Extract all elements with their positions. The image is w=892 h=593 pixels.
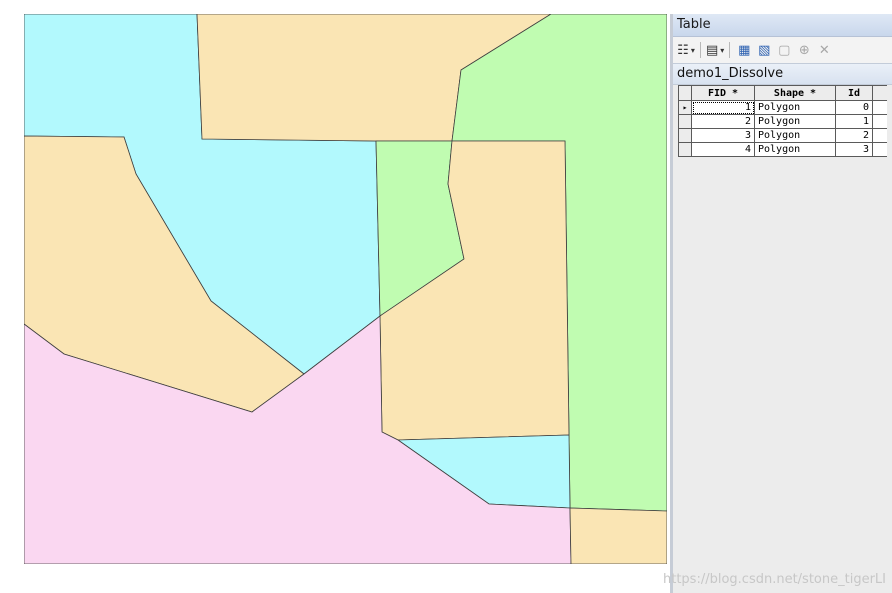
table-row[interactable]: 4 Polygon 3 — [678, 142, 887, 157]
panel-title: Table — [673, 14, 892, 37]
cell-fid[interactable]: 4 — [691, 142, 755, 157]
table-options-icon[interactable]: ☷ ▾ — [677, 40, 695, 60]
table-toolbar: ☷ ▾ ▤ ▾ ▦ ▧ ▢ ⊕ ✕ — [673, 37, 892, 63]
table-row[interactable]: ▸ 1 Polygon 0 — [678, 100, 887, 115]
toolbar-divider — [700, 42, 701, 58]
cell-filler — [872, 114, 887, 129]
delete-selected-icon[interactable]: ✕ — [815, 40, 833, 60]
select-by-attributes-icon[interactable]: ▦ — [735, 40, 753, 60]
column-header-filler — [872, 85, 887, 101]
cell-filler — [872, 100, 887, 115]
column-header-id[interactable]: Id — [835, 85, 873, 101]
cell-shape[interactable]: Polygon — [754, 142, 836, 157]
cell-shape[interactable]: Polygon — [754, 100, 836, 115]
row-selector[interactable] — [678, 142, 692, 157]
row-selector[interactable] — [678, 128, 692, 143]
table-row[interactable]: 3 Polygon 2 — [678, 128, 887, 143]
cell-shape[interactable]: Polygon — [754, 114, 836, 129]
zoom-to-selected-icon[interactable]: ⊕ — [795, 40, 813, 60]
map-canvas[interactable] — [24, 14, 667, 564]
polygon-tan-corner[interactable] — [569, 507, 667, 564]
column-header-shape[interactable]: Shape * — [754, 85, 836, 101]
cell-fid[interactable]: 2 — [691, 114, 755, 129]
cell-fid[interactable]: 3 — [691, 128, 755, 143]
map-view[interactable] — [24, 14, 667, 564]
row-selector[interactable] — [678, 114, 692, 129]
row-selector-header[interactable] — [678, 85, 692, 101]
attribute-table-panel: Table ☷ ▾ ▤ ▾ ▦ ▧ ▢ ⊕ ✕ demo1_Dissolve FID… — [670, 14, 892, 593]
cell-shape[interactable]: Polygon — [754, 128, 836, 143]
cell-id[interactable]: 0 — [835, 100, 873, 115]
cell-filler — [872, 128, 887, 143]
related-tables-icon[interactable]: ▤ ▾ — [706, 40, 724, 60]
clear-selection-icon[interactable]: ▢ — [775, 40, 793, 60]
attribute-table: FID * Shape * Id ▸ 1 Polygon 0 2 Polygon… — [678, 85, 887, 157]
cell-id[interactable]: 1 — [835, 114, 873, 129]
cell-fid[interactable]: 1 — [691, 100, 755, 115]
row-selector[interactable]: ▸ — [678, 100, 692, 115]
toolbar-divider — [729, 42, 731, 58]
table-row[interactable]: 2 Polygon 1 — [678, 114, 887, 129]
cell-id[interactable]: 2 — [835, 128, 873, 143]
cell-id[interactable]: 3 — [835, 142, 873, 157]
watermark-text: https://blog.csdn.net/stone_tigerLI — [663, 572, 886, 587]
column-header-fid[interactable]: FID * — [691, 85, 755, 101]
cell-filler — [872, 142, 887, 157]
table-tab[interactable]: demo1_Dissolve — [673, 63, 892, 85]
switch-selection-icon[interactable]: ▧ — [755, 40, 773, 60]
